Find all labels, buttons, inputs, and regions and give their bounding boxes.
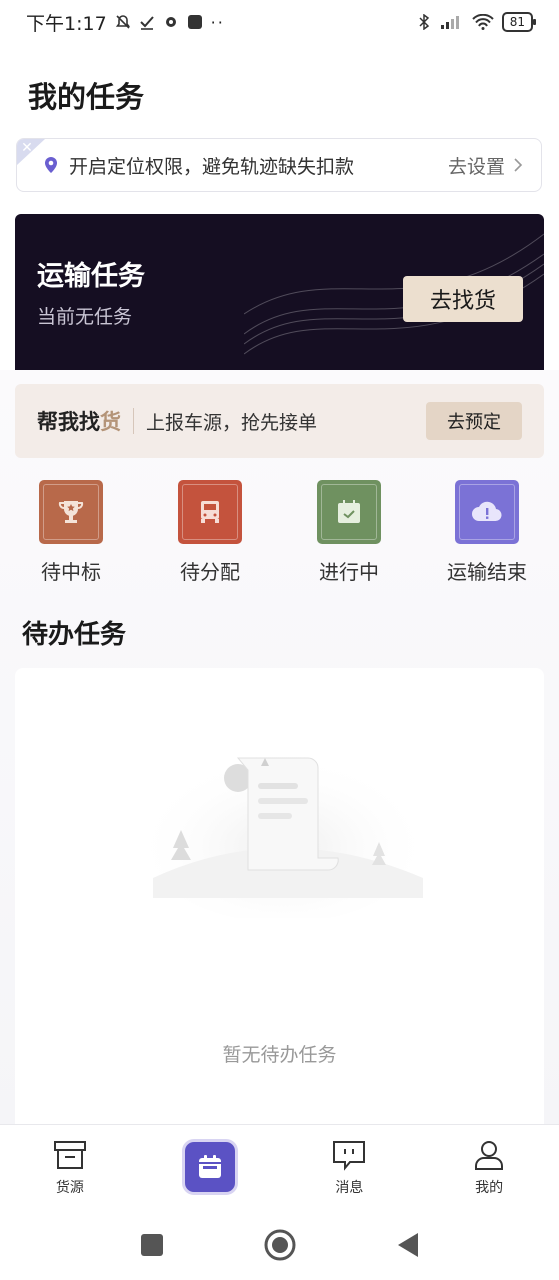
bluetooth-icon bbox=[419, 14, 429, 30]
page-title: 我的任务 bbox=[28, 80, 145, 114]
category-label: 待分配 bbox=[180, 560, 240, 584]
help-find-cargo-bar[interactable]: 帮我找货 上报车源，抢先接单 去预定 bbox=[15, 384, 544, 458]
calendar-icon bbox=[198, 1155, 221, 1178]
status-bar: 下午1:17 ·· 81 bbox=[0, 0, 559, 44]
empty-state-illustration bbox=[133, 733, 433, 918]
tab-messages[interactable]: 消息 bbox=[280, 1125, 420, 1210]
category-label: 运输结束 bbox=[447, 560, 527, 584]
trophy-icon bbox=[39, 480, 103, 544]
location-banner-message: 开启定位权限，避免轨迹缺失扣款 bbox=[69, 155, 355, 178]
helper-brand: 帮我找货 bbox=[37, 406, 121, 436]
helper-brand-prefix: 帮我找 bbox=[37, 409, 100, 434]
signal-icon bbox=[440, 16, 459, 29]
system-navigation-bar bbox=[0, 1210, 559, 1280]
category-in-progress[interactable]: 进行中 bbox=[289, 480, 409, 585]
tab-label: 我的 bbox=[475, 1180, 504, 1196]
helper-text: 上报车源，抢先接单 bbox=[146, 411, 318, 434]
home-icon[interactable] bbox=[264, 1229, 296, 1261]
bell-off-icon bbox=[115, 15, 130, 29]
transport-task-card: 运输任务 当前无任务 去找货 bbox=[15, 214, 544, 370]
category-label: 进行中 bbox=[319, 560, 379, 584]
check-icon bbox=[139, 16, 154, 30]
helper-brand-highlight: 货 bbox=[100, 409, 121, 434]
cloud-alert-icon bbox=[455, 480, 519, 544]
battery-indicator: 81 bbox=[501, 12, 537, 32]
empty-state-text: 暂无待办任务 bbox=[222, 1044, 337, 1066]
gear-icon bbox=[165, 17, 176, 27]
chevron-right-icon bbox=[514, 158, 523, 172]
go-settings-label: 去设置 bbox=[447, 155, 505, 178]
close-icon[interactable]: ✕ bbox=[17, 139, 45, 165]
reserve-button[interactable]: 去预定 bbox=[426, 402, 522, 440]
recent-apps-icon[interactable] bbox=[140, 1233, 164, 1257]
more-dots-icon: ·· bbox=[210, 12, 225, 32]
find-cargo-button[interactable]: 去找货 bbox=[403, 276, 523, 322]
todo-list-card: 暂无待办任务 bbox=[15, 668, 544, 1138]
bottom-tab-bar: 货源 消息 我的 bbox=[0, 1124, 559, 1210]
user-icon bbox=[475, 1141, 504, 1170]
calendar-check-icon bbox=[317, 480, 381, 544]
todo-section-title: 待办任务 bbox=[22, 620, 127, 650]
go-settings-link[interactable]: 去设置 bbox=[448, 152, 523, 179]
tab-label: 货源 bbox=[55, 1180, 84, 1196]
tasks-tab-button[interactable] bbox=[181, 1139, 238, 1195]
tab-tasks[interactable] bbox=[140, 1125, 280, 1210]
message-icon bbox=[333, 1141, 366, 1171]
transport-card-title: 运输任务 bbox=[37, 261, 145, 292]
helper-divider bbox=[133, 408, 134, 434]
category-transport-finished[interactable]: 运输结束 bbox=[427, 480, 547, 585]
category-label: 待中标 bbox=[41, 560, 101, 584]
tab-label: 消息 bbox=[335, 1180, 364, 1196]
transport-card-subtitle: 当前无任务 bbox=[37, 306, 133, 328]
tab-profile[interactable]: 我的 bbox=[419, 1125, 559, 1210]
back-icon[interactable] bbox=[396, 1232, 420, 1258]
category-pending-bid[interactable]: 待中标 bbox=[11, 480, 131, 585]
status-time: 下午1:17 bbox=[26, 12, 107, 35]
category-pending-assign[interactable]: 待分配 bbox=[150, 480, 270, 585]
tab-cargo-source[interactable]: 货源 bbox=[0, 1125, 140, 1210]
location-permission-banner[interactable]: ✕ 开启定位权限，避免轨迹缺失扣款 去设置 bbox=[16, 138, 542, 192]
wifi-icon bbox=[472, 14, 494, 30]
box-icon bbox=[53, 1141, 86, 1169]
location-pin-icon bbox=[45, 157, 57, 173]
truck-icon bbox=[178, 480, 242, 544]
app-square-icon bbox=[187, 15, 202, 29]
task-status-categories: 待中标 待分配 进行中 运输结束 bbox=[0, 480, 559, 590]
